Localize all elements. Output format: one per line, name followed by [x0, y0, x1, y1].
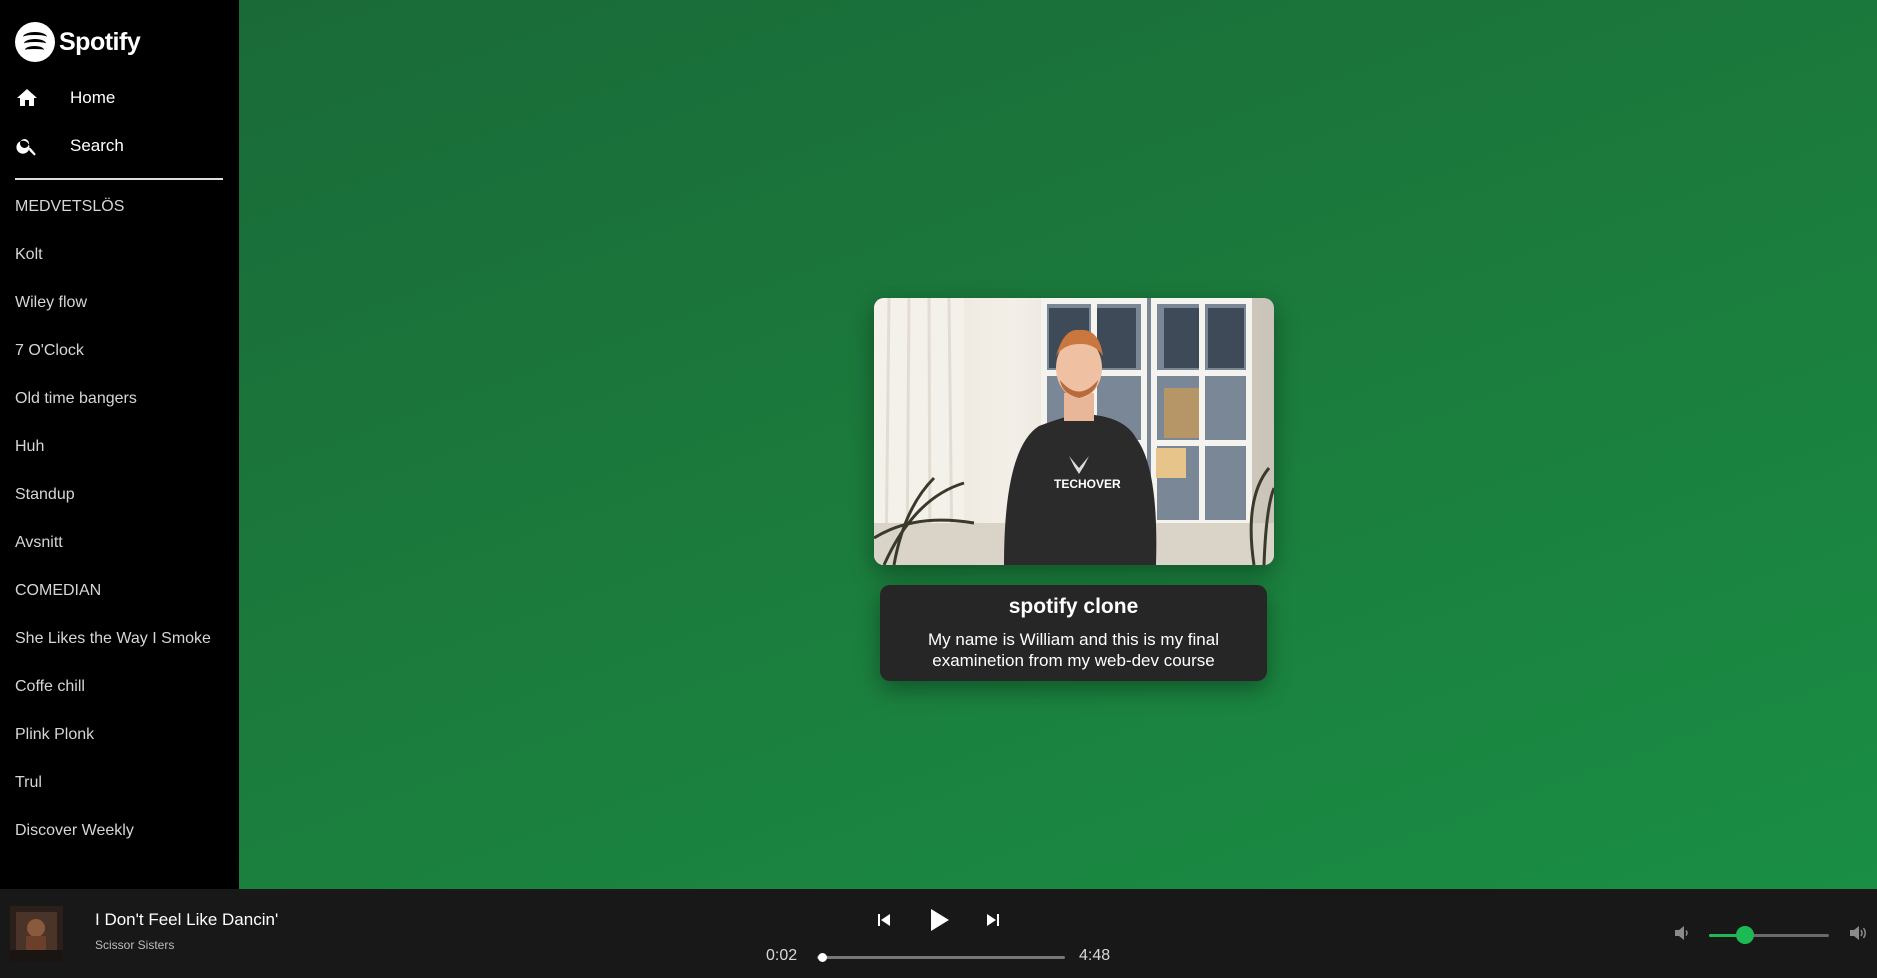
playlist-item[interactable]: MEDVETSLÖS: [15, 198, 211, 246]
card-description: My name is William and this is my final …: [928, 630, 1219, 670]
nav-item-label: Search: [70, 136, 124, 155]
playlist-item[interactable]: Old time bangers: [15, 390, 211, 438]
sweatshirt-text: TECHOVER: [1054, 477, 1121, 491]
player-bar: I Don't Feel Like Dancin' Scissor Sister…: [0, 889, 1877, 978]
next-button[interactable]: [985, 912, 1001, 928]
card-title: spotify clone: [1008, 595, 1139, 618]
playlist-item[interactable]: Discover Weekly: [15, 822, 211, 870]
playlist-item[interactable]: Coffe chill: [15, 678, 211, 726]
portrait-illustration: TECHOVER: [874, 298, 1274, 565]
track-title[interactable]: I Don't Feel Like Dancin': [95, 910, 278, 930]
playlist-item[interactable]: Trul: [15, 774, 211, 822]
album-art[interactable]: [10, 906, 63, 962]
playlist-item[interactable]: Plink Plonk: [15, 726, 211, 774]
search-icon: [16, 139, 36, 156]
playlist-item[interactable]: Kolt: [15, 246, 211, 294]
sidebar-divider: [15, 178, 223, 180]
spotify-logo-icon: [15, 22, 55, 62]
progress-bar[interactable]: [817, 953, 1065, 962]
playlist-item[interactable]: 7 O'Clock: [15, 342, 211, 390]
main-content: TECHOVER spotify clone My name is Willia…: [239, 0, 1877, 889]
volume-low-icon: [1675, 926, 1688, 940]
nav-item-search[interactable]: Search: [15, 134, 124, 158]
volume-slider[interactable]: [1709, 926, 1829, 944]
volume-knob[interactable]: [1736, 926, 1754, 944]
progress-knob[interactable]: [817, 953, 827, 962]
playlist-list: MEDVETSLÖS Kolt Wiley flow 7 O'Clock Old…: [15, 198, 211, 870]
playlist-item[interactable]: Standup: [15, 486, 211, 534]
spotify-logo[interactable]: Spotify: [15, 22, 141, 62]
play-button[interactable]: [929, 907, 951, 933]
spotify-logo-text: Spotify: [59, 27, 141, 56]
playlist-item[interactable]: Wiley flow: [15, 294, 211, 342]
duration: 4:48: [1079, 947, 1111, 964]
home-icon: [17, 89, 37, 106]
playlist-item[interactable]: She Likes the Way I Smoke: [15, 630, 211, 678]
playlist-item[interactable]: Huh: [15, 438, 211, 486]
playlist-item[interactable]: Avsnitt: [15, 534, 211, 582]
sidebar: Spotify Home Search MEDVETSLÖS Kolt Wile…: [0, 0, 239, 889]
skip-previous-icon: [878, 914, 890, 926]
previous-button[interactable]: [876, 912, 892, 928]
nav-item-label: Home: [70, 88, 116, 107]
info-card: spotify clone My name is William and thi…: [880, 585, 1267, 681]
nav-item-home[interactable]: Home: [15, 86, 115, 110]
mute-button[interactable]: [1673, 924, 1691, 942]
volume-high-icon: [1850, 926, 1866, 940]
playlist-item[interactable]: COMEDIAN: [15, 582, 211, 630]
skip-next-icon: [987, 914, 999, 926]
album-art-image: [10, 906, 63, 962]
track-artist[interactable]: Scissor Sisters: [95, 938, 174, 952]
current-time: 0:02: [766, 947, 798, 964]
play-icon: [931, 909, 949, 931]
volume-max-button[interactable]: [1848, 924, 1868, 942]
portrait-photo: TECHOVER: [874, 298, 1274, 565]
